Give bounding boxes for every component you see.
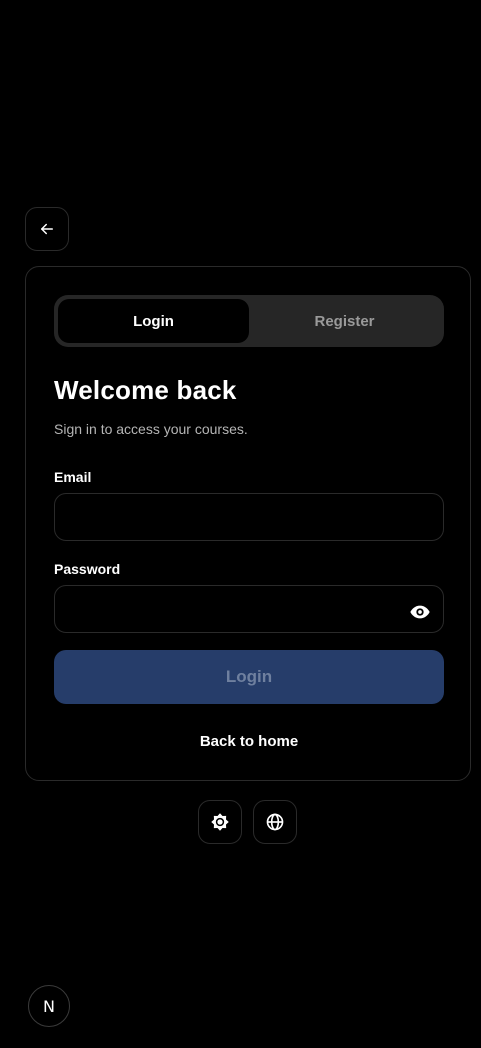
login-page: Login Register Welcome back Sign in to a… bbox=[0, 0, 481, 1048]
show-password-toggle[interactable] bbox=[406, 598, 434, 626]
email-label: Email bbox=[54, 469, 92, 485]
password-label: Password bbox=[54, 561, 121, 577]
auth-card: Login Register Welcome back Sign in to a… bbox=[25, 266, 471, 781]
globe-icon bbox=[266, 813, 284, 831]
back-button[interactable] bbox=[25, 207, 69, 251]
n-badge[interactable]: N bbox=[28, 985, 70, 1027]
email-field[interactable] bbox=[54, 493, 444, 541]
back-to-home-link[interactable]: Back to home bbox=[26, 733, 472, 750]
tab-register[interactable]: Register bbox=[249, 299, 440, 343]
theme-toggle-button[interactable] bbox=[198, 800, 242, 844]
password-field[interactable] bbox=[54, 585, 444, 633]
eye-icon bbox=[410, 605, 430, 619]
tab-login[interactable]: Login bbox=[58, 299, 249, 343]
sun-gear-icon bbox=[211, 813, 229, 831]
arrow-left-icon bbox=[41, 223, 53, 235]
language-button[interactable] bbox=[253, 800, 297, 844]
page-title: Welcome back bbox=[54, 375, 237, 405]
auth-tabs: Login Register bbox=[54, 295, 444, 347]
page-subtitle: Sign in to access your courses. bbox=[54, 421, 248, 437]
login-submit-button[interactable]: Login bbox=[54, 650, 444, 704]
